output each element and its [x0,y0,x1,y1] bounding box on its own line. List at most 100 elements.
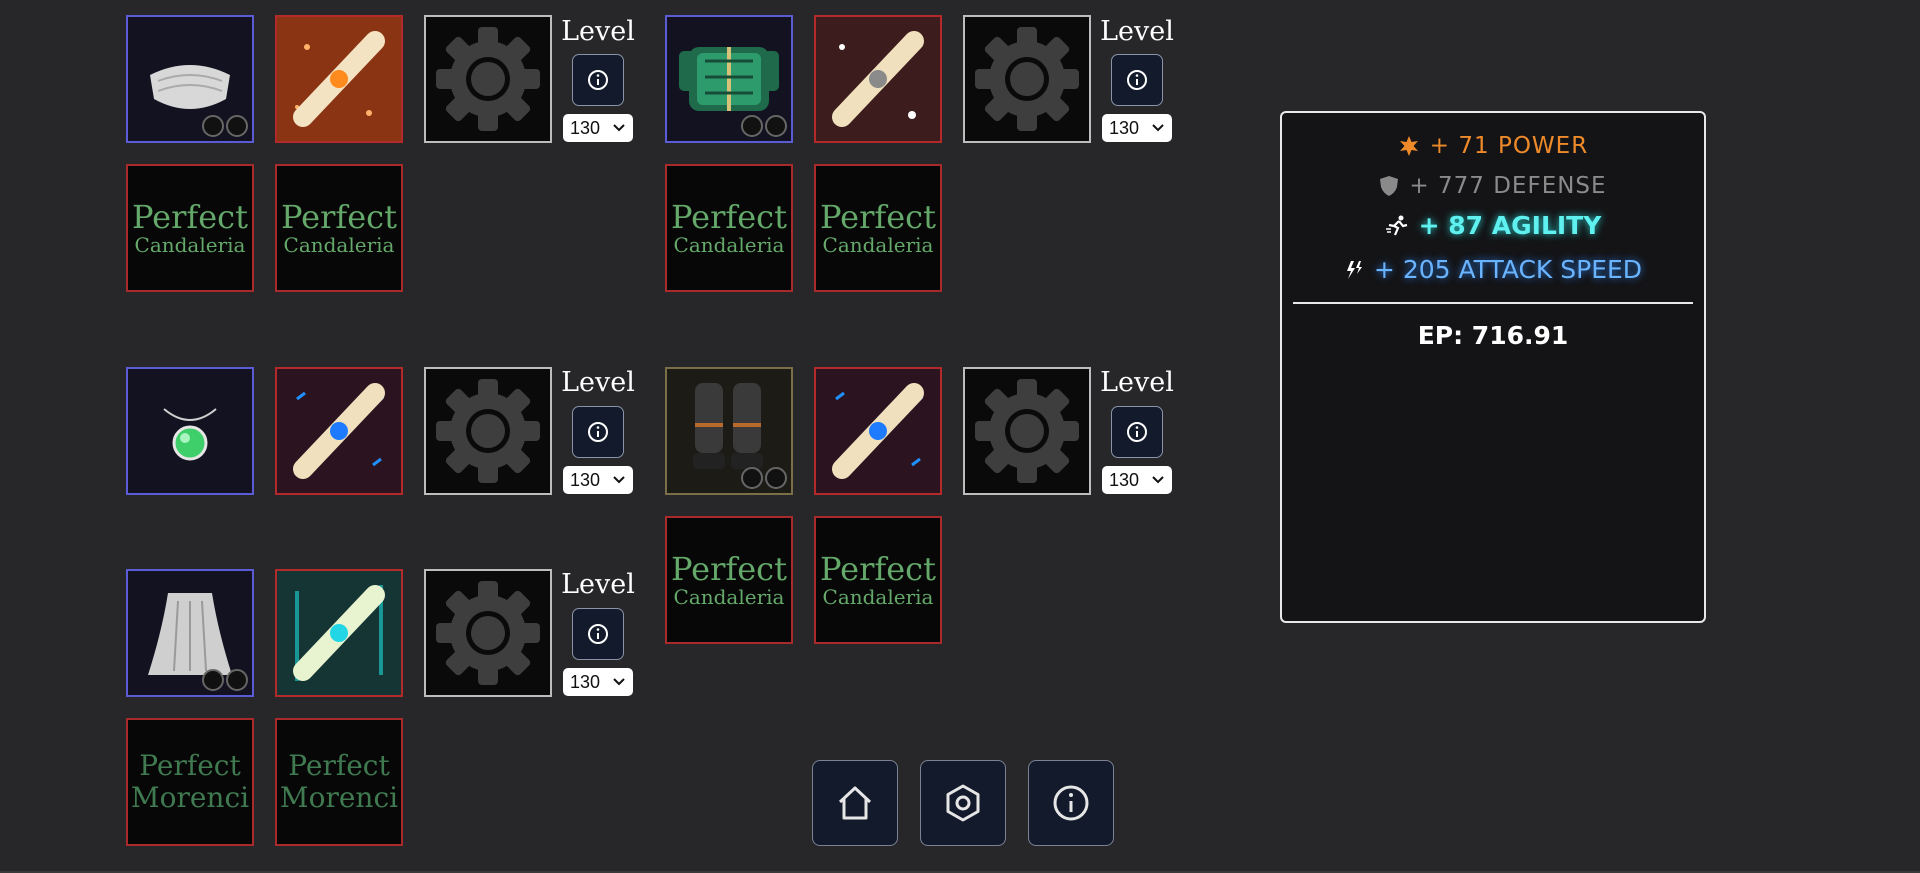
info-icon [1053,785,1089,821]
stat-defense-text: + 777 DEFENSE [1409,173,1607,199]
crystal-name-line1: Perfect [820,198,936,236]
crystal-name-line2: Candaleria [283,233,395,257]
scroll-slot-boots[interactable] [814,367,942,495]
gear-icon [975,379,1079,483]
crystal-name-line2: Morenci [130,781,250,814]
chevron-down-icon [613,476,625,484]
home-icon [838,786,872,820]
level-select[interactable]: 130 [563,466,633,494]
info-icon [588,70,608,90]
crystal-name-line1: Perfect [132,198,248,236]
crystal-name-line2: Candaleria [822,585,934,609]
level-info-button[interactable] [572,54,624,106]
hexagon-settings-icon [946,784,980,822]
equipment-slot-boots[interactable] [665,367,793,495]
running-man-icon [1385,215,1407,235]
crystal-slot[interactable]: Perfect Candaleria [814,516,942,644]
socket-slots [202,115,248,137]
level-select[interactable]: 130 [563,668,633,696]
level-select[interactable]: 130 [1102,466,1172,494]
stat-power-text: + 71 POWER [1429,133,1589,159]
crystal-name-line1: Perfect [139,749,241,782]
level-select-value: 130 [1109,117,1140,138]
level-select-value: 130 [1109,469,1140,490]
level-select-value: 130 [570,469,601,490]
blue-scroll-icon [816,369,940,493]
info-icon [588,422,608,442]
stat-defense: + 777 DEFENSE [1282,173,1704,199]
stat-power: + 71 POWER [1282,133,1704,159]
info-icon [588,624,608,644]
stat-attack-speed: + 205 ATTACK SPEED [1282,255,1704,284]
crystal-name-line2: Candaleria [673,233,785,257]
crystal-name-line2: Candaleria [673,585,785,609]
stat-attack-speed-text: + 205 ATTACK SPEED [1373,255,1643,284]
chevron-down-icon [613,678,625,686]
gear-icon [436,581,540,685]
orange-scroll-icon [277,17,401,141]
crystal-slot[interactable]: Perfect Candaleria [665,516,793,644]
crystal-slot[interactable]: Perfect Candaleria [126,164,254,292]
level-info-button[interactable] [1111,406,1163,458]
equipment-slot-headgear[interactable] [126,15,254,143]
level-info-button[interactable] [1111,54,1163,106]
scroll-slot-necklace[interactable] [275,367,403,495]
crystal-slot[interactable]: Perfect Morenci [126,718,254,846]
socket-slots [741,467,787,489]
enhance-slot-cloak[interactable] [424,569,552,697]
info-icon [1127,70,1147,90]
crystal-name-line2: Candaleria [134,233,246,257]
power-icon [1399,136,1418,156]
chevron-down-icon [1152,476,1164,484]
crystal-slot[interactable]: Perfect Candaleria [814,164,942,292]
crystal-name-line1: Perfect [820,550,936,588]
level-info-button[interactable] [572,608,624,660]
crystal-name-line2: Morenci [279,781,399,814]
level-select-value: 130 [570,671,601,692]
chevron-down-icon [1152,124,1164,132]
info-button[interactable] [1028,760,1114,846]
crystal-name-line1: Perfect [671,198,787,236]
level-select[interactable]: 130 [1102,114,1172,142]
crystal-slot[interactable]: Perfect Candaleria [275,164,403,292]
settings-button[interactable] [920,760,1006,846]
level-label: Level [561,569,635,600]
info-icon [1127,422,1147,442]
enhance-slot-armor[interactable] [963,15,1091,143]
socket-slots [202,669,248,691]
level-label: Level [1100,367,1174,398]
crystal-name-line1: Perfect [288,749,390,782]
scroll-slot-headgear[interactable] [275,15,403,143]
home-button[interactable] [812,760,898,846]
equipment-slot-necklace[interactable] [126,367,254,495]
level-select-value: 130 [570,117,601,138]
gear-icon [975,27,1079,131]
scroll-slot-armor[interactable] [814,15,942,143]
level-info-button[interactable] [572,406,624,458]
shield-icon [1380,176,1399,196]
level-label: Level [1100,16,1174,47]
scroll-slot-cloak[interactable] [275,569,403,697]
crystal-slot[interactable]: Perfect Candaleria [665,164,793,292]
level-select[interactable]: 130 [563,114,633,142]
level-label: Level [561,16,635,47]
stat-summary-panel: + 71 POWER + 777 DEFENSE + 87 AGILITY + … [1280,111,1706,623]
enhance-slot-necklace[interactable] [424,367,552,495]
crystal-name-line1: Perfect [281,198,397,236]
enhance-slot-headgear[interactable] [424,15,552,143]
chevron-down-icon [613,124,625,132]
gear-icon [436,379,540,483]
divider [1293,302,1693,304]
equipment-slot-cloak[interactable] [126,569,254,697]
blue-scroll-icon [277,369,401,493]
level-label: Level [561,367,635,398]
crystal-slot[interactable]: Perfect Morenci [275,718,403,846]
enhance-slot-boots[interactable] [963,367,1091,495]
cyan-scroll-icon [277,571,401,695]
crystal-name-line2: Candaleria [822,233,934,257]
white-scroll-icon [816,17,940,141]
socket-slots [741,115,787,137]
crystal-name-line1: Perfect [671,550,787,588]
equipment-slot-armor[interactable] [665,15,793,143]
lightning-icon [1346,260,1362,279]
